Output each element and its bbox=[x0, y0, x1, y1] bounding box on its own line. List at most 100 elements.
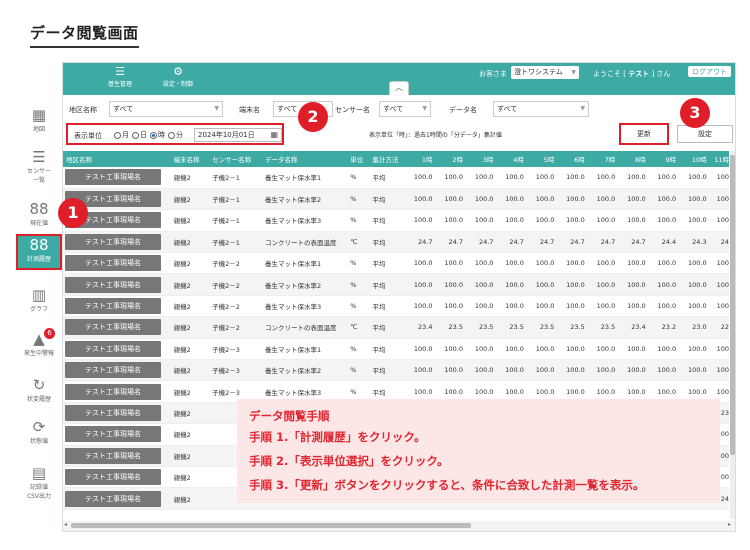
site-name-button[interactable]: テスト工事現場名 bbox=[65, 319, 161, 336]
scroll-left-icon[interactable]: ◂ bbox=[64, 521, 67, 528]
site-name-button[interactable]: テスト工事現場名 bbox=[65, 169, 161, 186]
data-select[interactable]: すべて ▼ bbox=[493, 101, 589, 117]
table-cell: 子機2－3 bbox=[209, 359, 262, 382]
instruction-step-3: 手順 3.「更新」ボタンをクリックすると、条件に合致した計測一覧を表示。 bbox=[249, 478, 645, 492]
table-cell: 100.0 bbox=[466, 252, 498, 275]
site-name-button[interactable]: テスト工事現場名 bbox=[65, 404, 161, 421]
scroll-thumb[interactable] bbox=[71, 523, 471, 528]
site-name-button[interactable]: テスト工事現場名 bbox=[65, 426, 161, 443]
client-select[interactable]: 澄トワシステム ▼ bbox=[511, 66, 579, 79]
table-cell: 100.0 bbox=[436, 167, 467, 189]
radio-label: 分 bbox=[176, 131, 183, 139]
top-bar: ☰ 基生管理 ⚙ 設定・制御 ︿ お客さま 澄トワシステム ▼ ようこそ [ テ… bbox=[63, 63, 735, 95]
table-cell: 24.7 bbox=[497, 231, 528, 254]
calendar-icon[interactable]: ▦ bbox=[270, 129, 278, 141]
table-cell: 23.2 bbox=[649, 316, 681, 339]
site-name-button[interactable]: テスト工事現場名 bbox=[65, 383, 161, 400]
nav-basic-management[interactable]: ☰ 基生管理 bbox=[108, 65, 132, 88]
site-cell: テスト工事現場名 bbox=[63, 466, 171, 489]
radio-label: 時 bbox=[158, 131, 165, 139]
site-cell: テスト工事現場名 bbox=[63, 295, 171, 318]
table-cell: 100.0 bbox=[649, 167, 681, 189]
site-name-button[interactable]: テスト工事現場名 bbox=[65, 233, 161, 250]
table-cell: 100.0 bbox=[680, 338, 711, 361]
sidebar-item-alarm[interactable]: ▲ 6 発生中警報 bbox=[16, 328, 62, 364]
unit-radio-month[interactable]: 月 bbox=[114, 130, 129, 140]
table-cell: 23.5 bbox=[558, 316, 589, 339]
sensor-select[interactable]: すべて ▼ bbox=[379, 101, 431, 117]
site-name-button[interactable]: テスト工事現場名 bbox=[65, 447, 161, 464]
sidebar-item-history[interactable]: 88 計測履歴 bbox=[16, 234, 62, 270]
table-cell: 100.0 bbox=[497, 252, 528, 275]
site-name-button[interactable]: テスト工事現場名 bbox=[65, 255, 161, 272]
column-header: データ名称 bbox=[261, 151, 348, 167]
table-cell: 100.0 bbox=[466, 209, 498, 232]
site-name-button[interactable]: テスト工事現場名 bbox=[65, 276, 161, 293]
table-cell: 100.0 bbox=[680, 209, 711, 232]
site-name-button[interactable]: テスト工事現場名 bbox=[65, 298, 161, 315]
chevron-down-icon: ▼ bbox=[571, 69, 576, 76]
radio-circle bbox=[132, 131, 139, 139]
site-cell: テスト工事現場名 bbox=[63, 316, 171, 339]
display-unit-description: 表示単位「時」：過去1時間の「分データ」集計値 bbox=[369, 132, 502, 139]
horizontal-scrollbar[interactable]: ◂ ▸ bbox=[63, 521, 735, 531]
instruction-title: データ閲覧手順 bbox=[249, 409, 330, 423]
table-cell: 100.0 bbox=[436, 359, 467, 382]
nav-settings-control[interactable]: ⚙ 設定・制御 bbox=[163, 65, 193, 88]
table-cell: 100.0 bbox=[436, 252, 467, 275]
unit-radio-hour[interactable]: 時 bbox=[150, 130, 165, 140]
radio-circle bbox=[114, 131, 121, 139]
sidebar-item-status-history[interactable]: ↻ 状変履歴 bbox=[16, 376, 62, 410]
scroll-thumb[interactable] bbox=[730, 155, 735, 455]
radio-label: 月 bbox=[122, 131, 129, 139]
date-input[interactable]: 2024年10月01日 ▦ bbox=[194, 128, 282, 142]
scroll-right-icon[interactable]: ▸ bbox=[728, 521, 731, 528]
sidebar-item-map[interactable]: ▦ 地図 bbox=[16, 106, 62, 140]
table-row: テスト工事現場名 親機2 子機2－2 養生マット保水率1% 平均 100.0 100.0 10… bbox=[63, 252, 729, 275]
table-cell: 100.0 bbox=[619, 338, 650, 361]
table-cell: 23.5 bbox=[436, 316, 467, 339]
table-cell: コンクリートの表面温度 bbox=[261, 231, 348, 254]
table-cell: 子機2－1 bbox=[209, 209, 262, 232]
table-cell: 100.0 bbox=[680, 252, 711, 275]
site-name-button[interactable]: テスト工事現場名 bbox=[65, 340, 161, 357]
display-unit-label: 表示単位 bbox=[74, 132, 102, 140]
collapse-button[interactable]: ︿ bbox=[389, 81, 409, 95]
unit-radio-minute[interactable]: 分 bbox=[168, 130, 183, 140]
sidebar-item-label: 地図 bbox=[32, 126, 45, 133]
sidebar-item-current-value[interactable]: 88 現在値 bbox=[16, 200, 62, 234]
column-header: センサー名称 bbox=[209, 151, 262, 167]
update-button[interactable]: 更新 bbox=[619, 123, 669, 145]
table-cell: 100.0 bbox=[680, 359, 711, 382]
column-header: 5時 bbox=[527, 151, 559, 167]
display-unit-radio-group: 月 日 時 分 bbox=[114, 130, 183, 140]
table-cell: 24.7 bbox=[406, 231, 437, 254]
table-cell: 親機2 bbox=[170, 273, 210, 296]
table-cell: % bbox=[347, 295, 370, 318]
sidebar-item-csv[interactable]: ▤ 記録値 CSV出力 bbox=[16, 464, 62, 504]
setting-button[interactable]: 設定 bbox=[677, 125, 733, 143]
table-cell: 100.0 bbox=[436, 295, 467, 318]
sidebar-item-graph[interactable]: ▥ グラフ bbox=[16, 286, 62, 320]
sidebar-item-sensor-list[interactable]: ☰ センサー 一覧 bbox=[16, 148, 62, 188]
table-cell: 親機2 bbox=[170, 252, 210, 275]
site-cell: テスト工事現場名 bbox=[63, 487, 171, 510]
chevron-down-icon: ▼ bbox=[580, 105, 585, 112]
unit-radio-day[interactable]: 日 bbox=[132, 130, 147, 140]
table-cell: 100.0 bbox=[558, 359, 589, 382]
site-name-button[interactable]: テスト工事現場名 bbox=[65, 490, 161, 507]
table-cell: 100.0 bbox=[527, 359, 559, 382]
table-row: テスト工事現場名 親機2 子機2－2 養生マット保水率3% 平均 100.0 100.0 10… bbox=[63, 295, 729, 318]
chevron-down-icon: ▼ bbox=[422, 105, 427, 112]
logout-button[interactable]: ログアウト bbox=[688, 66, 731, 77]
table-cell: 親機2 bbox=[170, 466, 210, 489]
sidebar-item-status-value[interactable]: ⟳ 状態値 bbox=[16, 418, 62, 452]
vertical-scrollbar[interactable] bbox=[730, 151, 735, 519]
table-cell: 24 bbox=[710, 231, 729, 254]
site-name-button[interactable]: テスト工事現場名 bbox=[65, 362, 161, 379]
region-select[interactable]: すべて ▼ bbox=[109, 101, 223, 117]
table-cell: 養生マット保水率3 bbox=[261, 295, 348, 318]
site-name-button[interactable]: テスト工事現場名 bbox=[65, 469, 161, 486]
region-label: 地区名称 bbox=[69, 106, 97, 114]
table-cell: 100.0 bbox=[588, 295, 620, 318]
